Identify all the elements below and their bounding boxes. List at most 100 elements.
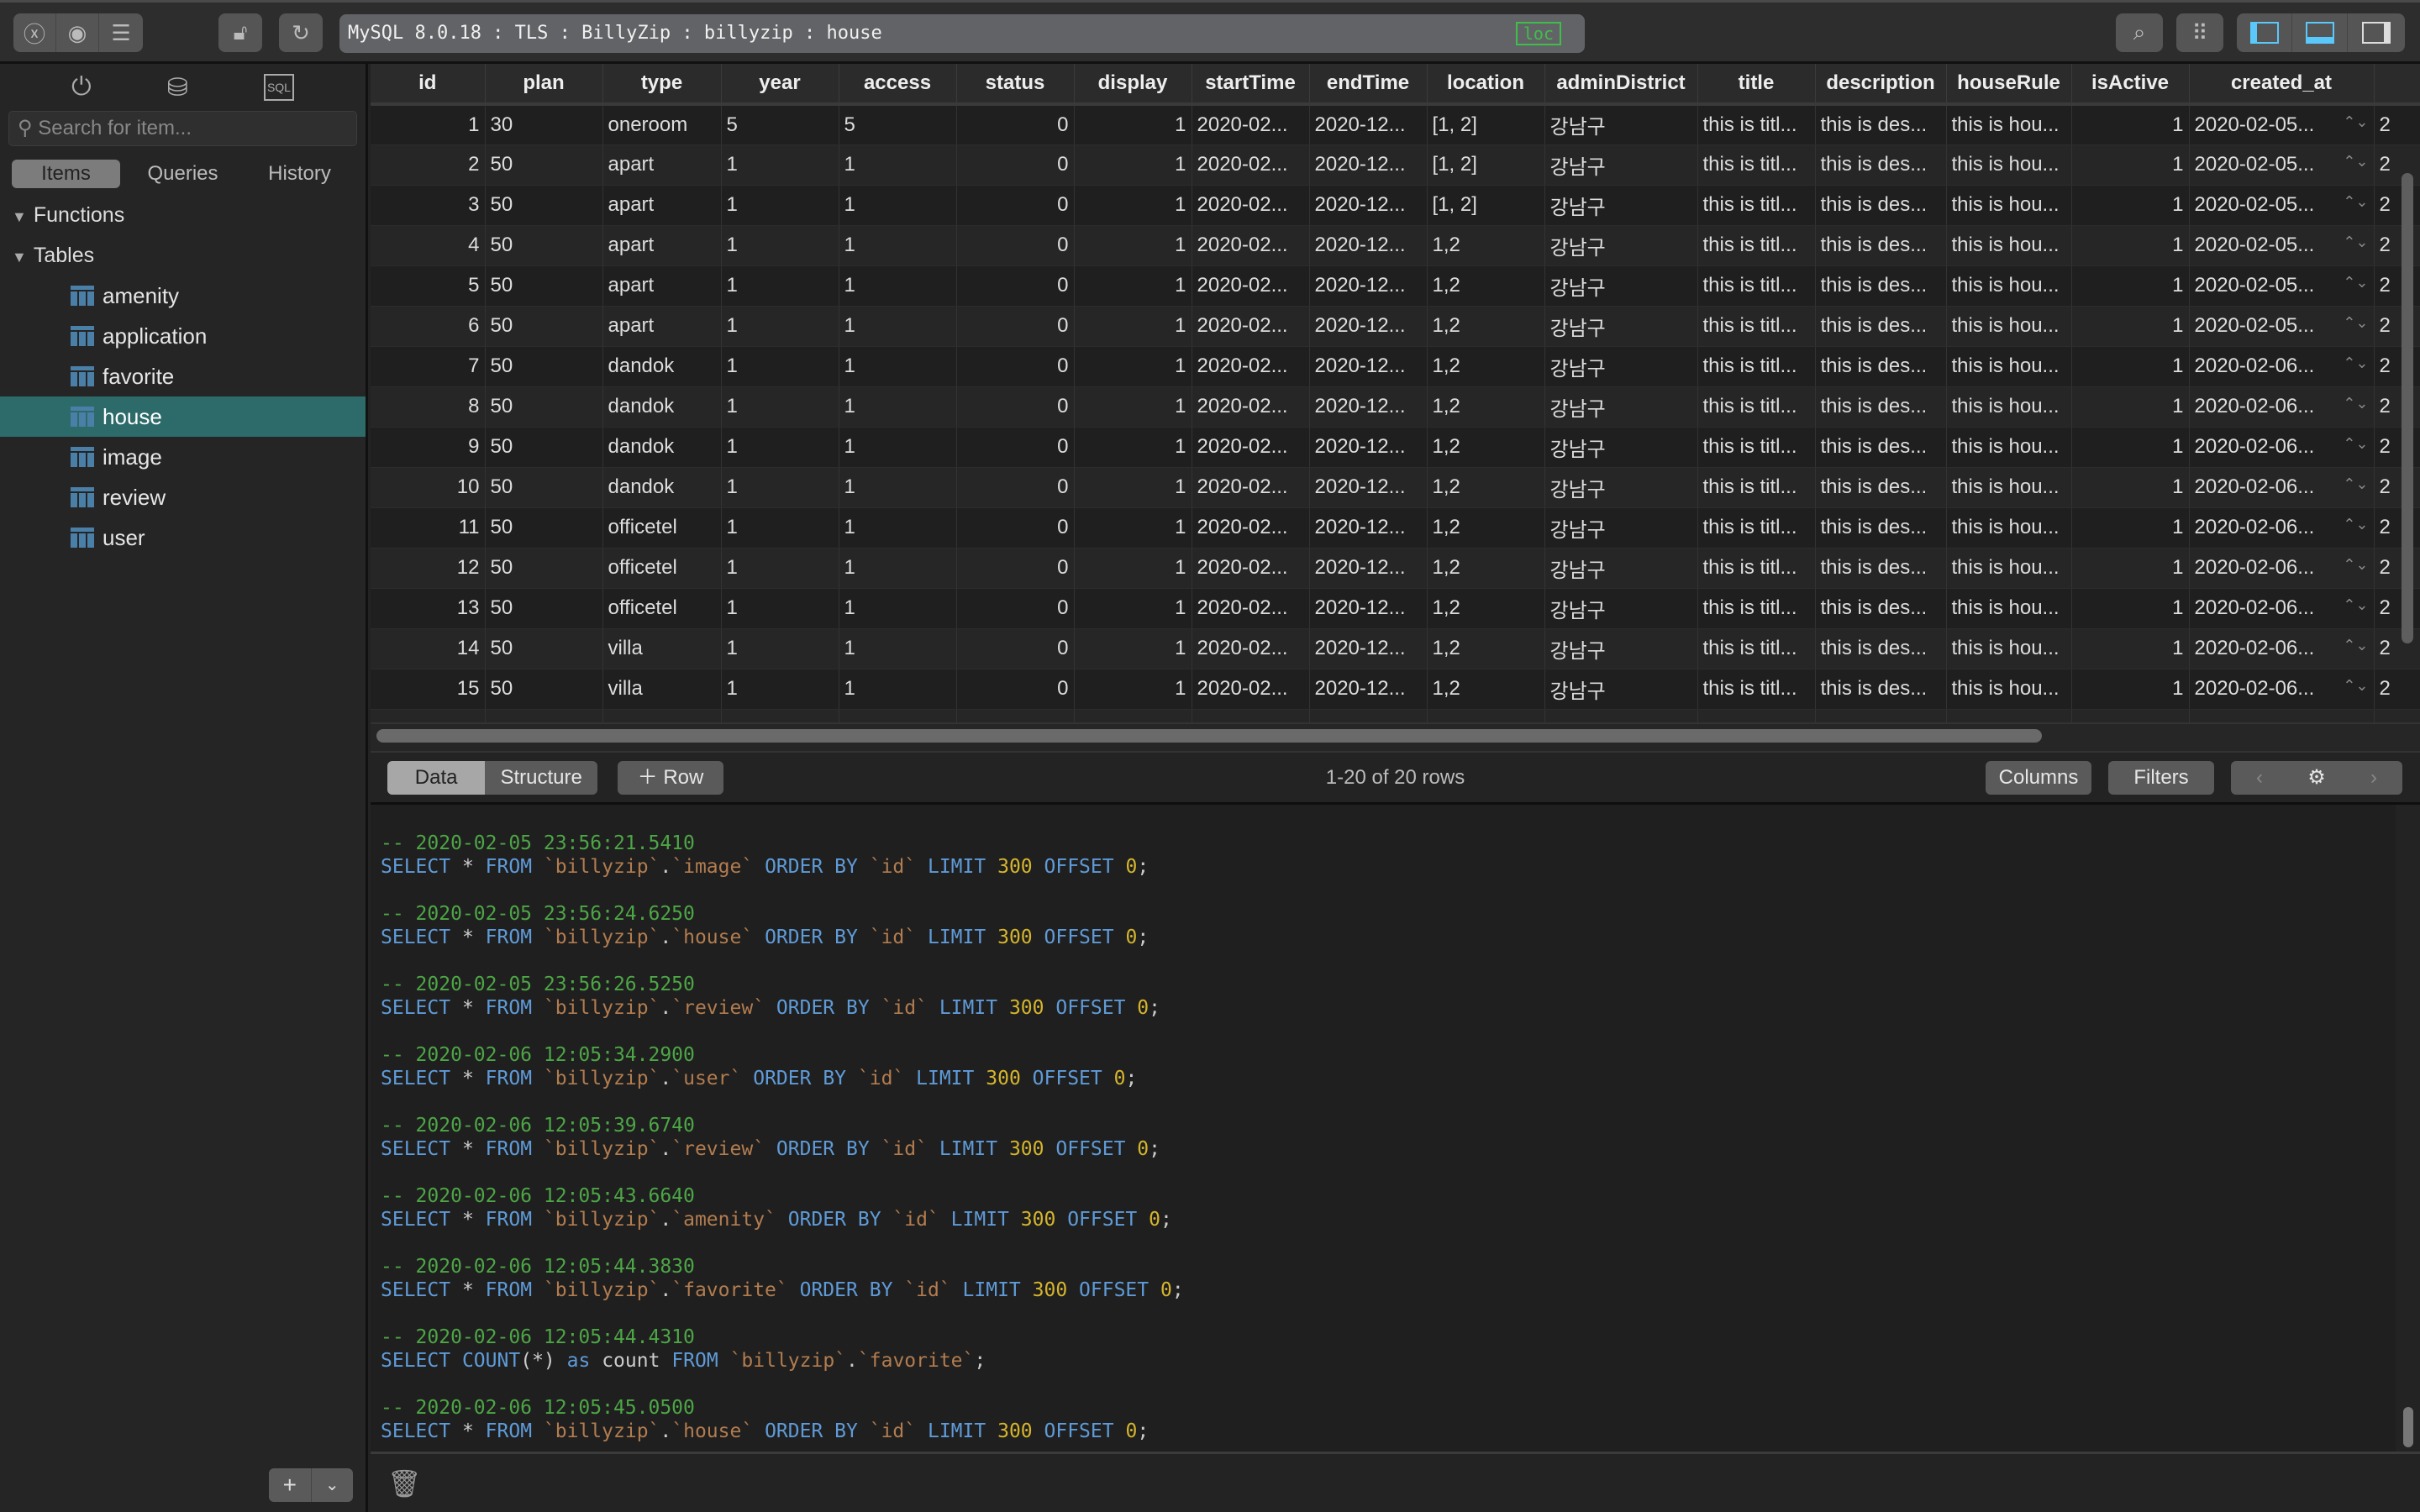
- cell-endTime[interactable]: 2020-12...: [1309, 144, 1428, 186]
- cell-status[interactable]: 0: [956, 306, 1075, 347]
- cell-title[interactable]: this is titl...: [1697, 507, 1816, 549]
- cell-id[interactable]: 4: [371, 225, 486, 266]
- cell-endTime[interactable]: 2020-12...: [1309, 225, 1428, 266]
- cell-title[interactable]: this is titl...: [1697, 386, 1816, 428]
- cell-year[interactable]: 1: [721, 507, 839, 549]
- table-row[interactable]: 13 50 officetel 1 1 0 1 2020-02... 2020-12... 1,2…: [371, 588, 2420, 629]
- table-row[interactable]: 15 50 villa 1 1 0 1 2020-02... 2020-12... 1,2 강남구 t…: [371, 669, 2420, 710]
- cell-extra[interactable]: 2: [2374, 104, 2420, 145]
- cell-id[interactable]: 11: [371, 507, 486, 549]
- cell-location[interactable]: 1,2: [1427, 225, 1545, 266]
- cell-id[interactable]: 1: [371, 104, 486, 145]
- cell-isActive[interactable]: 1: [2071, 386, 2190, 428]
- cell-adminDistrict[interactable]: 강남구: [1544, 306, 1698, 347]
- cell-description[interactable]: this is des...: [1815, 386, 1947, 428]
- cell-plan[interactable]: 50: [485, 306, 603, 347]
- cell-year[interactable]: 1: [721, 185, 839, 226]
- stepper-icon[interactable]: ⌃⌄: [2343, 677, 2368, 695]
- cell-startTime[interactable]: 2020-02...: [1192, 265, 1310, 307]
- cell-created_at[interactable]: 2020-02-06... ⌃⌄: [2189, 507, 2375, 549]
- cell-access[interactable]: 1: [839, 467, 957, 508]
- cell-adminDistrict[interactable]: 강남구: [1544, 386, 1698, 428]
- cell-isActive[interactable]: 1: [2071, 346, 2190, 387]
- preview-eye-icon[interactable]: ◉: [56, 13, 99, 52]
- cell-location[interactable]: 1,2: [1427, 306, 1545, 347]
- cell-plan[interactable]: 50: [485, 225, 603, 266]
- cell-houseRule[interactable]: this is hou...: [1946, 588, 2072, 629]
- cell-endTime[interactable]: 2020-12...: [1309, 185, 1428, 226]
- cell-id[interactable]: 6: [371, 306, 486, 347]
- table-row[interactable]: 7 50 dandok 1 1 0 1 2020-02... 2020-12... 1,2 강남구 t…: [371, 346, 2420, 387]
- columns-button[interactable]: Columns: [1986, 761, 2091, 795]
- cell-year[interactable]: 1: [721, 588, 839, 629]
- log-scrollbar[interactable]: [2403, 1407, 2413, 1447]
- cell-title[interactable]: this is titl...: [1697, 185, 1816, 226]
- cell-adminDistrict[interactable]: 강남구: [1544, 467, 1698, 508]
- cell-startTime[interactable]: 2020-02...: [1192, 144, 1310, 186]
- cell-id[interactable]: 12: [371, 548, 486, 589]
- stepper-icon[interactable]: ⌃⌄: [2343, 556, 2368, 574]
- cell-location[interactable]: 1,2: [1427, 265, 1545, 307]
- cell-created_at[interactable]: 2020-02-05... ⌃⌄: [2189, 185, 2375, 226]
- cell-houseRule[interactable]: this is hou...: [1946, 507, 2072, 549]
- cell-adminDistrict[interactable]: 강남구: [1544, 588, 1698, 629]
- cell-type[interactable]: dandok: [602, 346, 722, 387]
- cell-houseRule[interactable]: this is hou...: [1946, 104, 2072, 145]
- cell-title[interactable]: this is titl...: [1697, 225, 1816, 266]
- cell-plan[interactable]: 50: [485, 144, 603, 186]
- sidebar-item-house[interactable]: house: [0, 396, 366, 437]
- column-header-title[interactable]: title: [1697, 64, 1816, 106]
- table-row[interactable]: 1 30 oneroom 5 5 0 1 2020-02... 2020-12... [1, 2]…: [371, 104, 2420, 145]
- cell-endTime[interactable]: 2020-12...: [1309, 628, 1428, 669]
- cell-startTime[interactable]: 2020-02...: [1192, 225, 1310, 266]
- cell-isActive[interactable]: 1: [2071, 225, 2190, 266]
- cell-created_at[interactable]: 2020-02-05... ⌃⌄: [2189, 144, 2375, 186]
- cell-status[interactable]: 0: [956, 104, 1075, 145]
- cell-plan[interactable]: 50: [485, 386, 603, 428]
- cell-endTime[interactable]: 2020-12...: [1309, 427, 1428, 468]
- cell-title[interactable]: this is titl...: [1697, 427, 1816, 468]
- cell-location[interactable]: 1,2: [1427, 548, 1545, 589]
- cell-houseRule[interactable]: this is hou...: [1946, 144, 2072, 186]
- cell-endTime[interactable]: 2020-12...: [1309, 386, 1428, 428]
- cell-location[interactable]: 1,2: [1427, 346, 1545, 387]
- tab-history[interactable]: History: [245, 160, 354, 188]
- stepper-icon[interactable]: ⌃⌄: [2343, 193, 2368, 211]
- cell-year[interactable]: 1: [721, 669, 839, 710]
- horizontal-scrollbar[interactable]: [376, 729, 2042, 743]
- cell-plan[interactable]: 50: [485, 507, 603, 549]
- cell-startTime[interactable]: 2020-02...: [1192, 628, 1310, 669]
- cell-isActive[interactable]: 1: [2071, 427, 2190, 468]
- cell-year[interactable]: 1: [721, 346, 839, 387]
- cell-access[interactable]: 1: [839, 427, 957, 468]
- cell-id[interactable]: 13: [371, 588, 486, 629]
- cell-houseRule[interactable]: this is hou...: [1946, 386, 2072, 428]
- column-header-type[interactable]: type: [602, 64, 722, 106]
- cell-startTime[interactable]: 2020-02...: [1192, 467, 1310, 508]
- stepper-icon[interactable]: ⌃⌄: [2343, 314, 2368, 332]
- cell-type[interactable]: villa: [602, 669, 722, 710]
- toggle-bottom-panel-icon[interactable]: [2292, 13, 2348, 52]
- column-header-created_at[interactable]: created_at: [2189, 64, 2375, 106]
- cell-created_at[interactable]: 2020-02-06... ⌃⌄: [2189, 669, 2375, 710]
- cell-isActive[interactable]: 1: [2071, 185, 2190, 226]
- cell-location[interactable]: 1,2: [1427, 669, 1545, 710]
- cell-created_at[interactable]: 2020-02-06... ⌃⌄: [2189, 628, 2375, 669]
- cell-display[interactable]: 1: [1074, 225, 1192, 266]
- cell-type[interactable]: officetel: [602, 588, 722, 629]
- cell-houseRule[interactable]: this is hou...: [1946, 548, 2072, 589]
- cell-description[interactable]: this is des...: [1815, 628, 1947, 669]
- cell-status[interactable]: 0: [956, 144, 1075, 186]
- cell-isActive[interactable]: 1: [2071, 588, 2190, 629]
- cell-location[interactable]: 1,2: [1427, 588, 1545, 629]
- tables-group[interactable]: ▼ Tables: [0, 235, 366, 276]
- cell-type[interactable]: apart: [602, 225, 722, 266]
- cell-location[interactable]: 1,2: [1427, 628, 1545, 669]
- cell-year[interactable]: 1: [721, 306, 839, 347]
- cell-type[interactable]: apart: [602, 265, 722, 307]
- cell-access[interactable]: 1: [839, 144, 957, 186]
- column-header-endTime[interactable]: endTime: [1309, 64, 1428, 106]
- column-header-description[interactable]: description: [1815, 64, 1947, 106]
- cell-access[interactable]: 1: [839, 265, 957, 307]
- cell-endTime[interactable]: 2020-12...: [1309, 548, 1428, 589]
